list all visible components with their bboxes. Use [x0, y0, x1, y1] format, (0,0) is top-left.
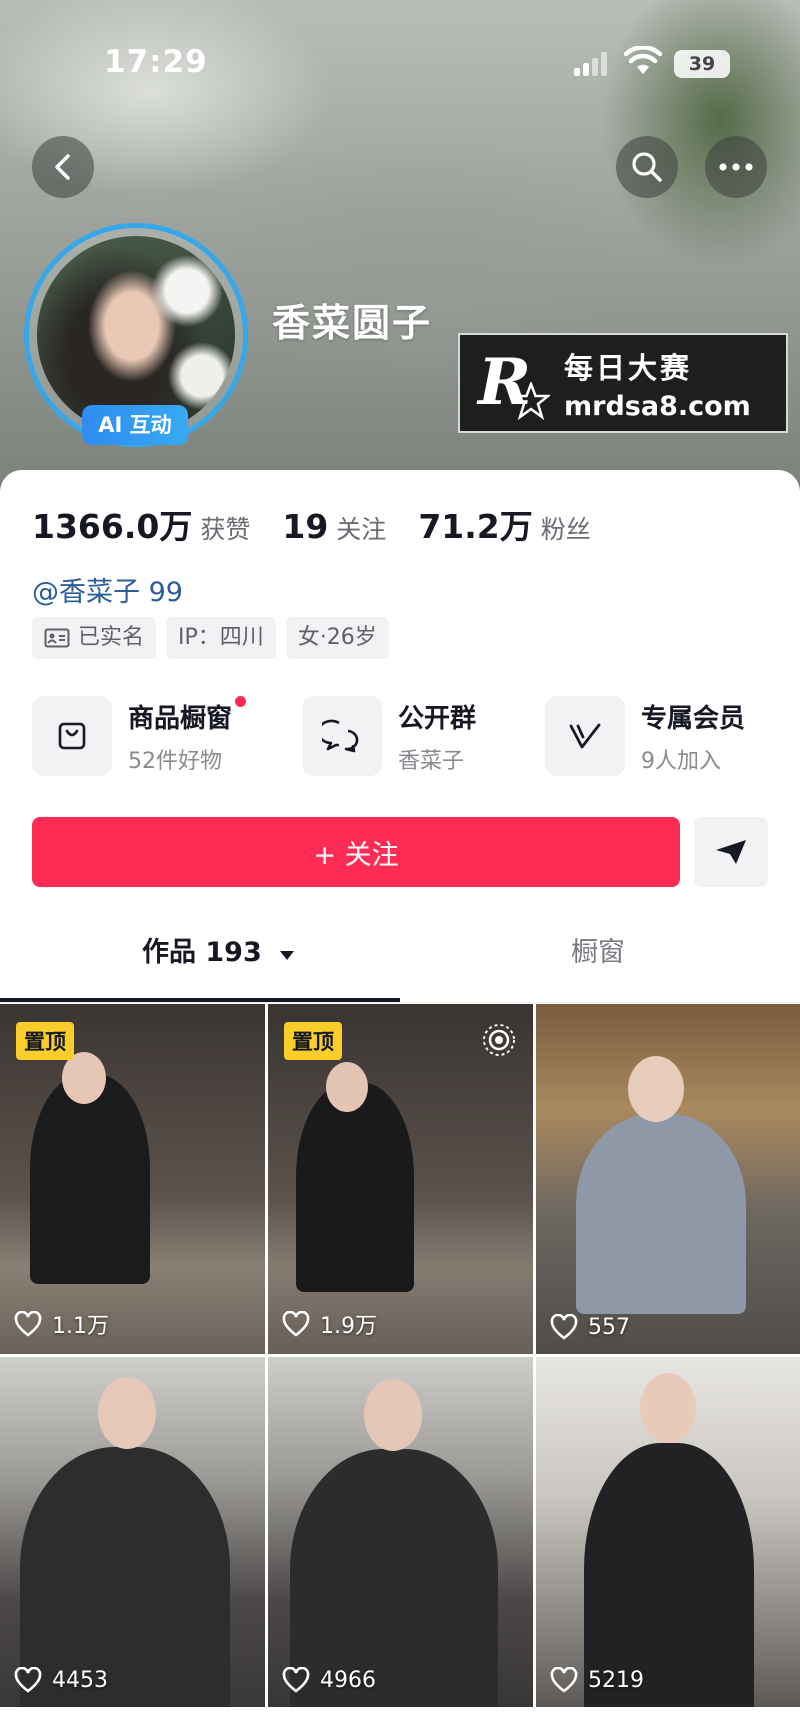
following-count[interactable]: 19: [282, 507, 328, 546]
tab-divider: [0, 1002, 800, 1003]
following-label: 关注: [336, 515, 387, 544]
shopping-bag-icon: [32, 696, 112, 776]
video-tile[interactable]: 4966: [268, 1357, 533, 1707]
video-tile[interactable]: 5219: [536, 1357, 800, 1707]
more-dots-icon: [719, 163, 753, 171]
shop-window-title: 商品橱窗: [128, 703, 233, 734]
heart-icon: [550, 1314, 578, 1340]
profile-handle-link[interactable]: @香菜子 99: [32, 570, 183, 609]
ip-location-tag: IP：四川: [166, 617, 276, 659]
likes-count: 5219: [588, 1667, 644, 1693]
tab-works-label: 作品 193: [142, 937, 262, 968]
verified-tag-label: 已实名: [78, 625, 145, 650]
search-icon: [632, 152, 662, 182]
gender-age-tag: 女·26岁: [285, 617, 389, 659]
likes-count[interactable]: 1366.0万: [32, 500, 192, 548]
star-icon: [512, 382, 550, 420]
live-photo-icon: [483, 1024, 515, 1056]
watermark-logo: R: [478, 348, 550, 420]
likes-count: 1.1万: [52, 1314, 109, 1339]
content-tabs: 作品 193 橱窗: [0, 920, 800, 1000]
likes-count: 1.9万: [320, 1314, 377, 1339]
shop-window-entry[interactable]: 商品橱窗 52件好物: [32, 695, 247, 776]
video-thumbnail: [576, 1114, 746, 1314]
heart-icon: [14, 1667, 42, 1693]
ai-interaction-badge[interactable]: AI 互动: [82, 405, 188, 445]
likes-indicator: 557: [550, 1314, 630, 1340]
notification-dot: [235, 695, 247, 707]
back-button[interactable]: [32, 136, 94, 198]
likes-indicator: 5219: [550, 1667, 644, 1693]
likes-indicator: 1.9万: [282, 1308, 377, 1340]
followers-label: 粉丝: [540, 515, 591, 544]
profile-header-background: 17:29 39 AI 互动 香菜圆子 R 每日大赛 mrdsa8.com: [0, 0, 800, 490]
tab-works[interactable]: 作品 193: [142, 930, 295, 969]
public-group-entry[interactable]: 公开群 香菜子: [302, 696, 476, 776]
likes-label: 获赞: [200, 515, 251, 544]
gender-age-label: 女·26岁: [297, 625, 377, 650]
heart-icon: [282, 1311, 310, 1337]
watermark-brand: 每日大赛: [564, 350, 693, 385]
ip-location-label: IP：四川: [178, 625, 264, 650]
heart-icon: [14, 1311, 42, 1337]
heart-icon: [550, 1667, 578, 1693]
pinned-badge: 置顶: [284, 1022, 342, 1060]
caret-down-icon: [280, 951, 295, 960]
video-thumbnail: [296, 1082, 414, 1292]
watermark-url: mrdsa8.com: [564, 390, 751, 422]
video-thumbnail: [30, 1074, 150, 1284]
shop-window-subtitle: 52件好物: [128, 748, 222, 774]
pinned-badge: 置顶: [16, 1022, 74, 1060]
likes-indicator: 4966: [282, 1667, 376, 1693]
video-tile[interactable]: 置顶 1.9万: [268, 1004, 533, 1354]
profile-tags: 已实名 IP：四川 女·26岁: [32, 617, 399, 659]
chevron-left-icon: [55, 154, 70, 180]
public-group-subtitle: 香菜子: [398, 748, 465, 774]
video-tile[interactable]: 4453: [0, 1357, 265, 1707]
membership-icon: [545, 696, 625, 776]
send-icon: [716, 840, 746, 864]
more-options-button[interactable]: [705, 136, 767, 198]
verified-tag[interactable]: 已实名: [32, 617, 157, 659]
profile-nickname: 香菜圆子: [272, 301, 433, 345]
tab-shop-window[interactable]: 橱窗: [571, 930, 625, 969]
public-group-title: 公开群: [398, 703, 477, 734]
followers-count[interactable]: 71.2万: [418, 500, 532, 548]
battery-indicator: 39: [674, 50, 730, 78]
membership-subtitle: 9人加入: [641, 748, 721, 774]
heart-icon: [282, 1667, 310, 1693]
likes-count: 557: [588, 1314, 630, 1340]
share-button[interactable]: [694, 817, 768, 887]
watermark-overlay: R 每日大赛 mrdsa8.com: [458, 333, 788, 433]
likes-indicator: 4453: [14, 1667, 108, 1693]
likes-indicator: 1.1万: [14, 1308, 109, 1340]
membership-title: 专属会员: [641, 703, 746, 734]
wifi-icon: [624, 46, 662, 74]
likes-count: 4966: [320, 1667, 376, 1693]
video-tile[interactable]: 557: [536, 1004, 800, 1354]
feature-entries: 商品橱窗 52件好物 公开群 香菜子 专属会员 9人加入: [32, 695, 772, 776]
id-card-icon: [44, 628, 70, 648]
group-chat-icon: [302, 696, 382, 776]
cellular-signal-icon: [574, 52, 608, 76]
profile-stats: 1366.0万 获赞 19 关注 71.2万 粉丝: [32, 500, 623, 548]
search-button[interactable]: [616, 136, 678, 198]
follow-button[interactable]: + 关注: [32, 817, 680, 887]
status-time: 17:29: [104, 44, 208, 80]
membership-entry[interactable]: 专属会员 9人加入: [545, 696, 745, 776]
video-tile[interactable]: 置顶 1.1万: [0, 1004, 265, 1354]
likes-count: 4453: [52, 1667, 108, 1693]
